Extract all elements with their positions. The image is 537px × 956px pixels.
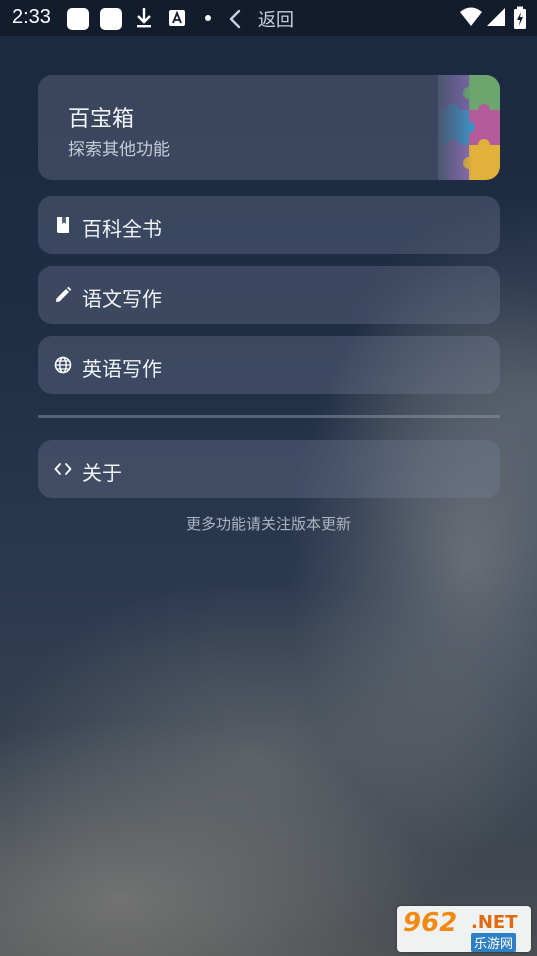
status-time: 2:33 <box>12 6 51 28</box>
menu-item-chinese-writing[interactable]: 语文写作 <box>38 266 500 324</box>
menu-item-encyclopedia[interactable]: 百科全书 <box>38 196 500 254</box>
back-button[interactable]: 返回 <box>228 6 294 32</box>
toolbox-title: 百宝箱 <box>68 107 135 132</box>
book-icon <box>56 217 69 233</box>
signal-icon <box>487 8 505 26</box>
text-format-icon <box>169 10 185 26</box>
menu-item-label: 百科全书 <box>82 217 162 241</box>
back-label: 返回 <box>258 10 294 31</box>
pencil-icon <box>56 286 72 302</box>
toolbox-card[interactable]: 百宝箱 探索其他功能 <box>38 75 500 180</box>
footer-hint: 更多功能请关注版本更新 <box>185 515 351 533</box>
globe-icon <box>54 356 72 374</box>
menu-item-about[interactable]: 关于 <box>38 440 500 498</box>
watermark-number: 962 <box>403 908 458 938</box>
status-bar: 2:33 返回 <box>0 0 537 36</box>
watermark-cn: 乐游网 <box>471 933 517 952</box>
more-notifications-dot-icon <box>205 15 211 21</box>
wifi-icon <box>460 7 482 26</box>
toolbox-subtitle: 探索其他功能 <box>68 140 170 160</box>
notification-app-icon-2 <box>100 8 122 30</box>
divider <box>38 415 500 418</box>
battery-charging-icon <box>514 6 526 29</box>
chevron-left-icon <box>229 9 241 29</box>
menu-item-label: 英语写作 <box>82 357 162 381</box>
menu-item-label: 关于 <box>82 461 122 485</box>
watermark-net: .NET <box>471 912 518 933</box>
notification-app-icon <box>67 8 89 30</box>
code-icon <box>54 463 72 475</box>
watermark-logo: 962 .NET 乐游网 <box>397 906 531 952</box>
download-icon <box>137 8 151 28</box>
puzzle-icon <box>438 75 500 180</box>
menu-item-english-writing[interactable]: 英语写作 <box>38 336 500 394</box>
menu-item-label: 语文写作 <box>82 287 162 311</box>
